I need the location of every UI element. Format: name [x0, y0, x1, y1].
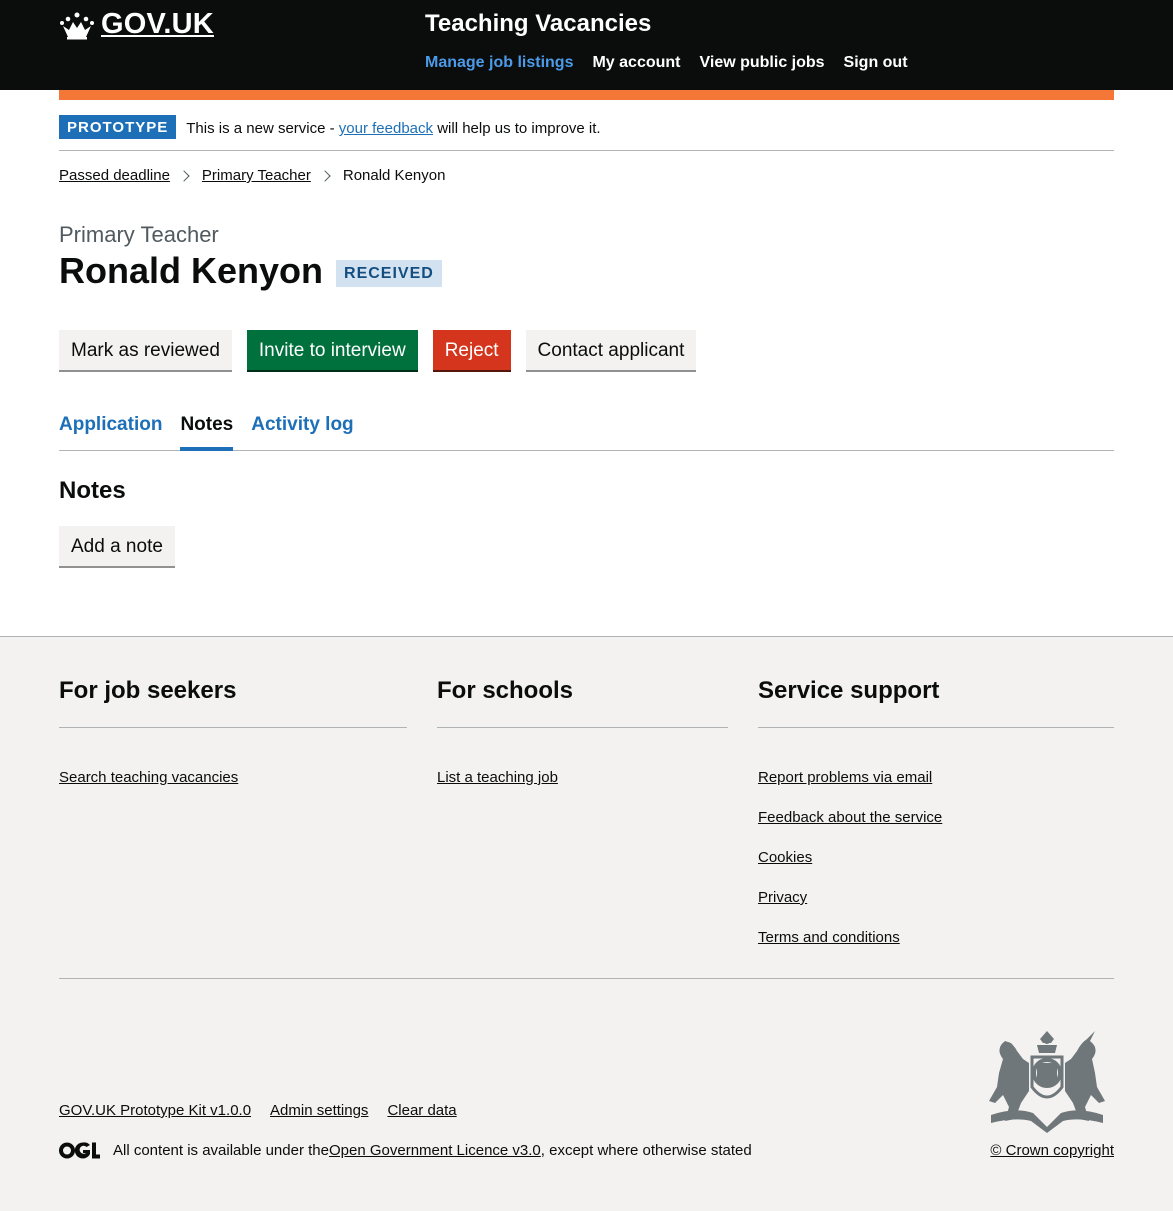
contact-applicant-button[interactable]: Contact applicant [525, 330, 697, 370]
crown-copyright: © Crown copyright [990, 1142, 1114, 1159]
header-accent-bar [59, 90, 1114, 100]
footer-link-search-vacancies[interactable]: Search teaching vacancies [59, 769, 238, 786]
footer-link-list-job[interactable]: List a teaching job [437, 769, 558, 786]
chevron-right-icon [178, 169, 190, 182]
footer-heading-job-seekers: For job seekers [59, 677, 407, 728]
nav-manage-job-listings[interactable]: Manage job listings [425, 54, 573, 72]
reject-button[interactable]: Reject [432, 330, 511, 370]
footer-link-feedback[interactable]: Feedback about the service [758, 809, 942, 826]
site-footer: For job seekers Search teaching vacancie… [0, 636, 1173, 1211]
phase-text-before: This is a new service - [186, 120, 339, 137]
royal-coat-of-arms-icon [989, 1031, 1105, 1133]
breadcrumb-primary-teacher[interactable]: Primary Teacher [202, 167, 311, 184]
footer-link-terms[interactable]: Terms and conditions [758, 929, 900, 946]
admin-settings-link[interactable]: Admin settings [270, 1102, 368, 1119]
site-header: GOV.UK Teaching Vacancies Manage job lis… [0, 0, 1173, 90]
footer-column-schools: For schools List a teaching job [437, 677, 728, 809]
footer-link-cookies[interactable]: Cookies [758, 849, 812, 866]
crown-icon [60, 12, 94, 39]
phase-banner: PROTOTYPE This is a new service - your f… [59, 115, 1114, 151]
phase-text-after: will help us to improve it. [433, 120, 601, 137]
feedback-link[interactable]: your feedback [339, 120, 433, 137]
ogl-logo-icon [59, 1142, 100, 1159]
breadcrumb-passed-deadline[interactable]: Passed deadline [59, 167, 170, 184]
clear-data-link[interactable]: Clear data [387, 1102, 456, 1119]
nav-view-public-jobs[interactable]: View public jobs [699, 54, 824, 72]
logo-text: GOV.UK [101, 8, 214, 40]
invite-to-interview-button[interactable]: Invite to interview [246, 330, 418, 370]
nav-my-account[interactable]: My account [592, 54, 680, 72]
mark-as-reviewed-button[interactable]: Mark as reviewed [59, 330, 232, 370]
footer-heading-schools: For schools [437, 677, 728, 728]
footer-link-report-problems[interactable]: Report problems via email [758, 769, 932, 786]
crown-copyright-link[interactable]: © Crown copyright [990, 1142, 1114, 1159]
phase-tag: PROTOTYPE [59, 115, 177, 139]
breadcrumb-current: Ronald Kenyon [342, 167, 446, 184]
footer-heading-service-support: Service support [758, 677, 1114, 728]
footer-column-job-seekers: For job seekers Search teaching vacancie… [59, 677, 407, 809]
prototype-kit-link[interactable]: GOV.UK Prototype Kit v1.0.0 [59, 1102, 251, 1119]
add-note-button[interactable]: Add a note [59, 526, 175, 566]
licence-statement: All content is available under the Open … [59, 1142, 752, 1159]
tab-activity-log[interactable]: Activity log [251, 410, 353, 451]
header-navigation: Manage job listings My account View publ… [425, 54, 908, 72]
footer-column-service-support: Service support Report problems via emai… [758, 677, 1114, 969]
application-tabs: Application Notes Activity log [59, 410, 1114, 451]
licence-text-before: All content is available under the [113, 1142, 329, 1159]
status-badge: RECEIVED [336, 259, 442, 287]
licence-text-after: , except where otherwise stated [540, 1142, 752, 1159]
footer-meta-links: GOV.UK Prototype Kit v1.0.0 Admin settin… [59, 1102, 457, 1119]
footer-divider [59, 978, 1114, 979]
action-buttons: Mark as reviewed Invite to interview Rej… [59, 330, 697, 370]
page-caption: Primary Teacher [59, 222, 219, 247]
footer-link-privacy[interactable]: Privacy [758, 889, 807, 906]
service-name-link[interactable]: Teaching Vacancies [425, 10, 651, 38]
tab-application[interactable]: Application [59, 410, 162, 451]
nav-sign-out[interactable]: Sign out [844, 54, 908, 72]
ogl-licence-link[interactable]: Open Government Licence v3.0 [329, 1142, 541, 1159]
chevron-right-icon [319, 169, 331, 182]
page-title-row: Ronald Kenyon RECEIVED [59, 250, 442, 292]
page-title: Ronald Kenyon [59, 250, 324, 291]
tab-notes[interactable]: Notes [180, 410, 234, 451]
notes-heading: Notes [59, 477, 126, 504]
govuk-logo-link[interactable]: GOV.UK [59, 8, 214, 41]
phase-banner-text: This is a new service - your feedback wi… [186, 120, 600, 137]
breadcrumb: Passed deadline Primary Teacher Ronald K… [59, 167, 445, 184]
